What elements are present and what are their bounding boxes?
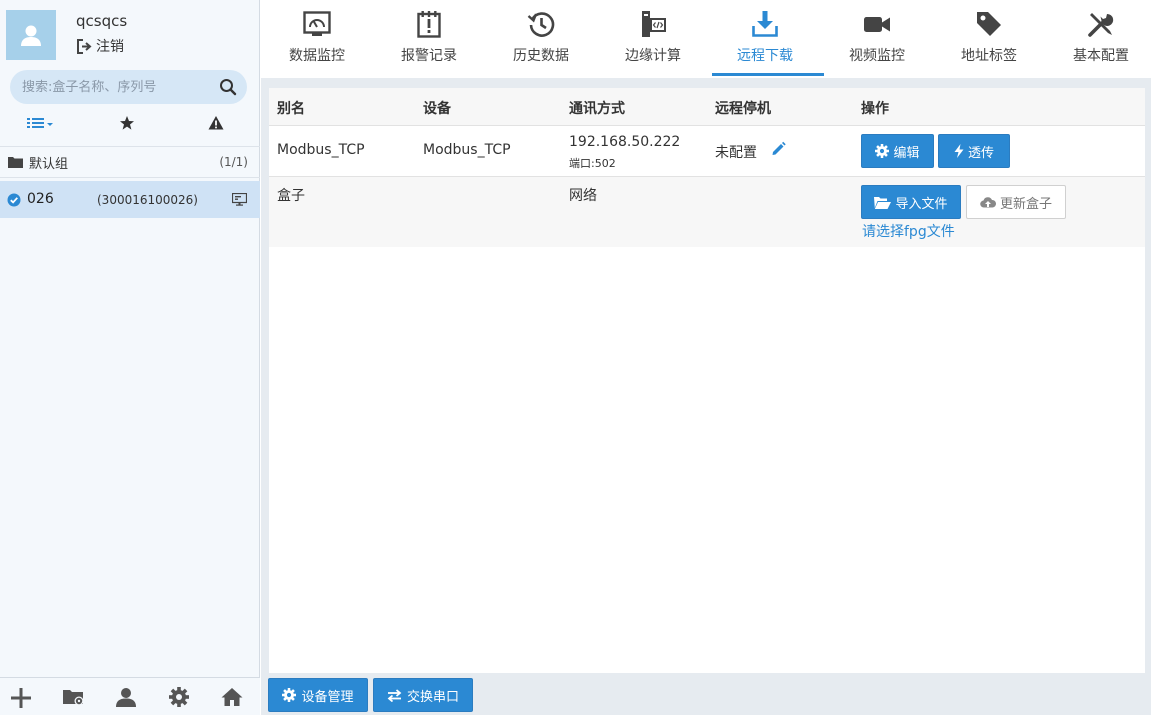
video-camera-icon — [864, 17, 890, 32]
gear-icon — [282, 688, 297, 702]
tab-label: 数据监控 — [289, 48, 345, 64]
device-group[interactable]: 默认组 (1/1) — [0, 146, 260, 178]
user-avatar-icon — [21, 25, 41, 46]
tab-data-monitor[interactable]: 数据监控 — [261, 0, 373, 78]
history-clock-icon — [527, 12, 555, 37]
device-management-button[interactable]: 设备管理 — [268, 678, 368, 712]
folder-open-icon — [874, 196, 892, 209]
add-icon[interactable] — [10, 687, 32, 713]
username: qcsqcs — [76, 12, 128, 30]
tab-video-monitor[interactable]: 视频监控 — [821, 0, 933, 78]
column-header-alias: 别名 — [277, 101, 305, 117]
active-tab-indicator — [712, 73, 824, 76]
list-view-icon[interactable] — [27, 115, 55, 135]
import-file-label: 导入文件 — [895, 196, 948, 212]
column-header-actions: 操作 — [861, 101, 889, 117]
tab-label: 边缘计算 — [625, 48, 681, 64]
tab-label: 地址标签 — [961, 48, 1017, 64]
tab-alarm-records[interactable]: 报警记录 — [373, 0, 485, 78]
search-icon[interactable] — [219, 78, 237, 100]
column-header-remote-stop: 远程停机 — [715, 101, 771, 117]
group-name: 默认组 — [8, 153, 68, 172]
alias-cell: 盒子 — [277, 188, 305, 204]
port-number: 端口:502 — [569, 157, 616, 170]
device-management-label: 设备管理 — [301, 689, 354, 705]
column-header-device: 设备 — [423, 101, 451, 117]
update-box-button[interactable]: 更新盒子 — [966, 185, 1066, 219]
swap-arrows-icon — [387, 688, 402, 702]
monitor-gauge-icon — [303, 11, 331, 36]
tab-basic-config[interactable]: 基本配置 — [1045, 0, 1151, 78]
column-header-comm: 通讯方式 — [569, 101, 625, 117]
group-count: (1/1) — [219, 155, 248, 169]
update-box-label: 更新盒子 — [999, 196, 1052, 212]
download-table: 别名 设备 通讯方式 远程停机 操作 Modbus_TCP Modbus_TCP… — [269, 88, 1145, 673]
sidebar: qcsqcs 注销 搜索:盒子名称、序列号 默认组 (1/1) 026 (300… — [0, 0, 260, 715]
swap-serial-button[interactable]: 交换串口 — [373, 678, 473, 712]
device-monitor-icon[interactable] — [231, 192, 248, 210]
edit-label: 编辑 — [893, 145, 920, 161]
device-cell: Modbus_TCP — [423, 142, 511, 158]
avatar[interactable] — [6, 10, 56, 60]
edge-compute-icon — [642, 11, 666, 37]
warning-icon[interactable] — [208, 115, 224, 135]
alias-cell: Modbus_TCP — [277, 142, 365, 158]
tab-label: 历史数据 — [513, 48, 569, 64]
passthrough-label: 透传 — [967, 145, 994, 161]
tab-edge-compute[interactable]: 边缘计算 — [597, 0, 709, 78]
table-row: Modbus_TCP Modbus_TCP 192.168.50.222 端口:… — [269, 126, 1145, 177]
tab-label: 基本配置 — [1073, 48, 1129, 64]
folder-icon — [8, 157, 23, 168]
folder-settings-icon[interactable] — [63, 687, 85, 711]
tab-label: 远程下载 — [737, 48, 793, 64]
gear-icon — [875, 144, 890, 158]
cloud-upload-icon — [980, 196, 996, 208]
device-item[interactable]: 026 (300016100026) — [0, 181, 260, 218]
search-input[interactable] — [22, 70, 212, 104]
home-icon[interactable] — [221, 687, 243, 711]
pencil-edit-icon[interactable] — [771, 141, 786, 160]
device-name: 026 — [27, 191, 54, 207]
download-icon — [752, 11, 778, 37]
select-fpg-file-link[interactable]: 请选择fpg文件 — [862, 221, 955, 241]
logout-label: 注销 — [96, 39, 124, 55]
tab-label: 视频监控 — [849, 48, 905, 64]
logout-button[interactable]: 注销 — [76, 36, 124, 56]
tab-label: 报警记录 — [401, 48, 457, 64]
tab-history-data[interactable]: 历史数据 — [485, 0, 597, 78]
top-navigation: 数据监控 报警记录 历史数据 边缘计算 远程下载 视频监控 地址标签 基本配置 — [261, 0, 1151, 78]
user-profile: qcsqcs 注销 — [0, 0, 260, 70]
tab-remote-download[interactable]: 远程下载 — [709, 0, 824, 78]
tab-address-tags[interactable]: 地址标签 — [933, 0, 1045, 78]
star-icon[interactable] — [119, 115, 135, 135]
ip-address: 192.168.50.222 — [569, 134, 681, 150]
sidebar-toolbar — [0, 677, 260, 715]
table-row: 盒子 网络 导入文件 更新盒子 请选择fpg文件 — [269, 177, 1145, 247]
remote-stop-status: 未配置 — [715, 145, 757, 161]
lightning-icon — [954, 144, 964, 158]
online-check-icon — [7, 193, 21, 211]
tag-icon — [977, 12, 1001, 36]
user-icon[interactable] — [116, 687, 136, 711]
tools-icon — [1088, 13, 1114, 37]
alarm-clipboard-icon — [417, 11, 441, 38]
settings-gear-icon[interactable] — [169, 687, 189, 711]
search-box — [10, 70, 247, 104]
edit-button[interactable]: 编辑 — [861, 134, 934, 168]
group-label: 默认组 — [29, 156, 69, 172]
logout-icon — [77, 38, 92, 54]
table-header: 别名 设备 通讯方式 远程停机 操作 — [269, 88, 1145, 126]
swap-serial-label: 交换串口 — [406, 689, 459, 705]
device-serial: (300016100026) — [97, 193, 198, 207]
import-file-button[interactable]: 导入文件 — [861, 185, 961, 219]
passthrough-button[interactable]: 透传 — [938, 134, 1010, 168]
comm-type: 网络 — [569, 188, 597, 204]
filter-bar — [0, 112, 260, 138]
